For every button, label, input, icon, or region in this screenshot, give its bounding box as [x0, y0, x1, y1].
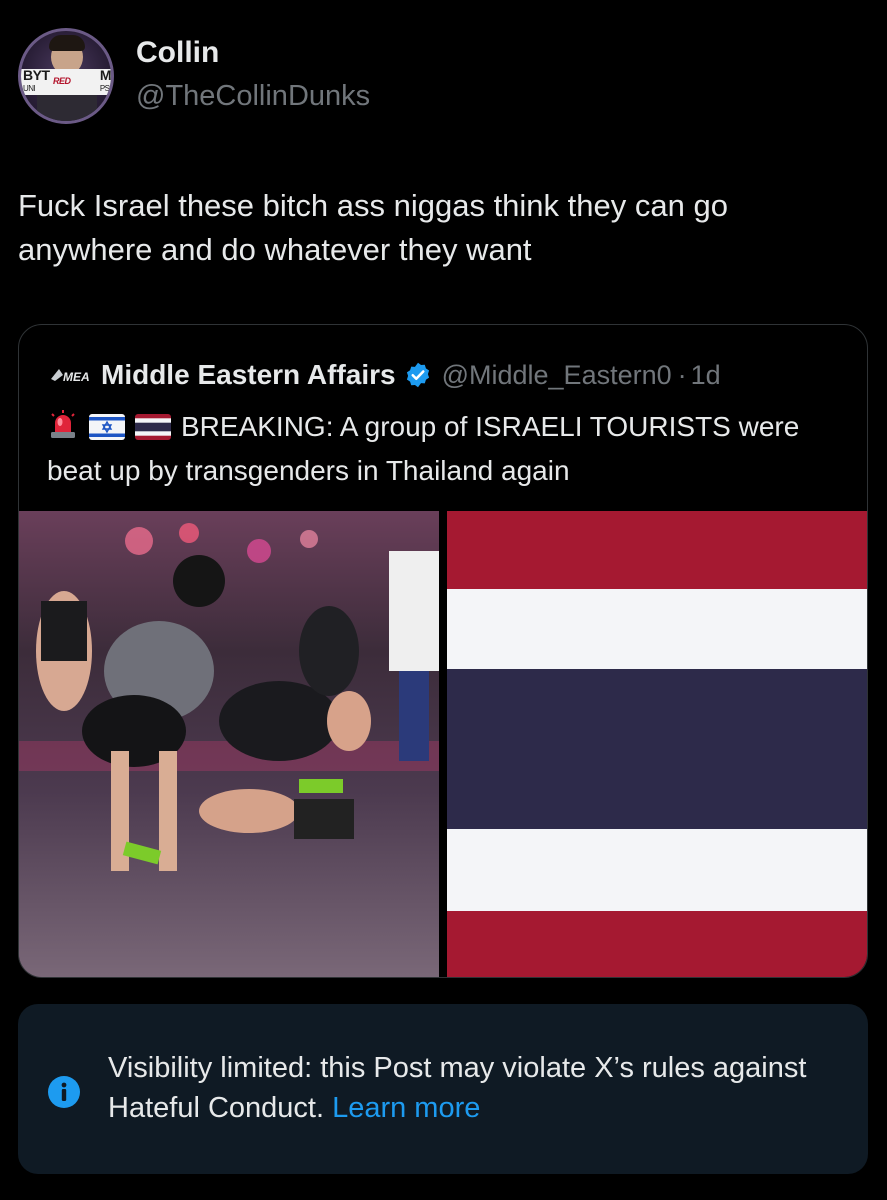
- thailand-flag-icon: [135, 411, 171, 451]
- thailand-flag-image[interactable]: [447, 511, 867, 977]
- avatar-banner-right: M PS: [99, 67, 111, 93]
- video-thumbnail[interactable]: [19, 511, 439, 977]
- quoted-timestamp[interactable]: 1d: [691, 360, 721, 391]
- mea-logo-icon: MEA: [49, 363, 93, 387]
- flag-stripe-red-top: [447, 511, 867, 589]
- mea-logo-text: MEA: [63, 370, 90, 384]
- avatar[interactable]: BYT UNI RED M PS: [18, 28, 114, 124]
- author-handle[interactable]: @TheCollinDunks: [136, 80, 370, 113]
- flag-stripe-blue: [447, 669, 867, 829]
- learn-more-link[interactable]: Learn more: [332, 1092, 480, 1124]
- quoted-separator: ·: [677, 359, 687, 390]
- flag-stripe-white-bottom: [447, 829, 867, 911]
- avatar-hair: [49, 35, 85, 51]
- visibility-notice: Visibility limited: this Post may violat…: [18, 1004, 868, 1174]
- media-divider: [439, 511, 447, 977]
- avatar-banner: BYT UNI RED M PS: [21, 67, 111, 95]
- avatar-banner-left: BYT UNI: [23, 67, 50, 93]
- tweet-text: Fuck Israel these bitch ass niggas think…: [18, 188, 728, 267]
- israel-flag-icon: [89, 411, 125, 451]
- quoted-handle[interactable]: @Middle_Eastern0: [442, 360, 672, 391]
- avatar-banner-mid: RED: [53, 76, 71, 86]
- quoted-post-header: MEA Middle Eastern Affairs @Middle_Easte…: [49, 357, 721, 393]
- quoted-post[interactable]: MEA Middle Eastern Affairs @Middle_Easte…: [18, 324, 868, 978]
- verified-badge-icon: [406, 362, 429, 388]
- visibility-notice-text: Visibility limited: this Post may violat…: [108, 1048, 838, 1128]
- quoted-text-block: BREAKING: A group of ISRAELI TOURISTS we…: [47, 407, 847, 491]
- flag-stripe-white-top: [447, 589, 867, 669]
- flag-stripe-red-bottom: [447, 911, 867, 977]
- quoted-media[interactable]: [19, 511, 867, 977]
- rotating-light-icon: [47, 408, 79, 451]
- quoted-display-name[interactable]: Middle Eastern Affairs: [101, 359, 396, 391]
- author-display-name[interactable]: Collin: [136, 36, 219, 70]
- info-icon: [48, 1076, 80, 1108]
